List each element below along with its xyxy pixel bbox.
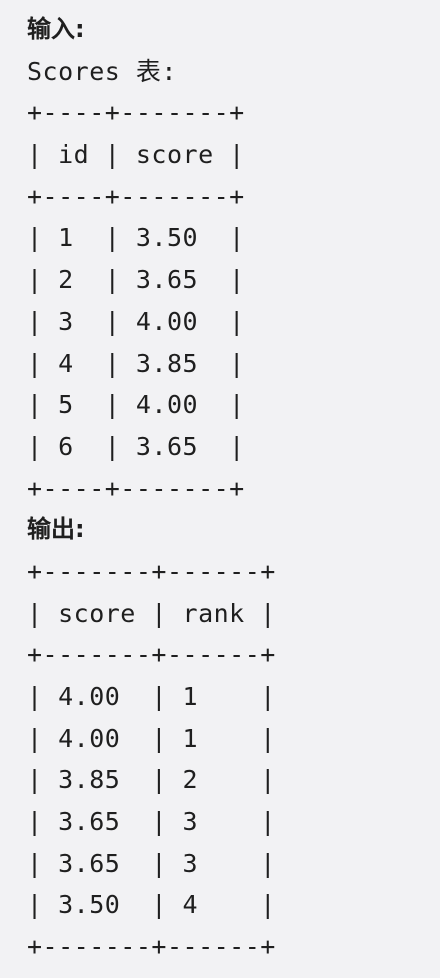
table-header-row: | score | rank |: [27, 598, 276, 628]
example-code-block: 输入: Scores 表: +----+-------+ | id | scor…: [27, 9, 427, 968]
table-row: | 4.00 | 1 |: [27, 723, 276, 753]
table-row: | 3.65 | 3 |: [27, 848, 276, 878]
table-row: | 6 | 3.65 |: [27, 431, 245, 461]
input-table-caption: Scores 表:: [27, 56, 177, 86]
table-row: | 2 | 3.65 |: [27, 265, 245, 295]
table-row: | 3.50 | 4 |: [27, 890, 276, 920]
input-heading: 输入:: [27, 15, 85, 43]
table-border: +-------+------+: [27, 556, 276, 586]
table-border: +----+-------+: [27, 181, 245, 211]
output-table: +-------+------+ | score | rank | +-----…: [27, 551, 427, 968]
table-border: +-------+------+: [27, 640, 276, 670]
table-row: | 1 | 3.50 |: [27, 223, 245, 253]
table-row: | 3.85 | 2 |: [27, 765, 276, 795]
table-row: | 3.65 | 3 |: [27, 807, 276, 837]
table-row: | 3 | 4.00 |: [27, 306, 245, 336]
table-border: +----+-------+: [27, 473, 245, 503]
table-row: | 4 | 3.85 |: [27, 348, 245, 378]
table-row: | 5 | 4.00 |: [27, 390, 245, 420]
table-border: +-------+------+: [27, 932, 276, 962]
table-row: | 4.00 | 1 |: [27, 682, 276, 711]
input-table: +----+-------+ | id | score | +----+----…: [27, 92, 427, 509]
output-heading: 输出:: [27, 515, 85, 544]
table-border: +----+-------+: [27, 98, 245, 128]
table-header-row: | id | score |: [27, 140, 245, 170]
